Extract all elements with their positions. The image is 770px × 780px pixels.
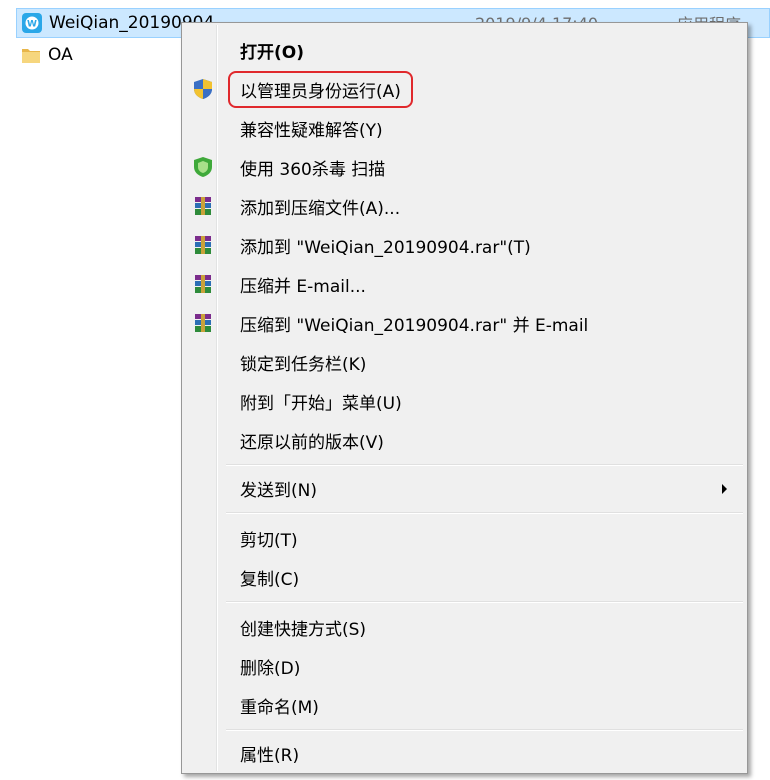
menu-item-pin-taskbar[interactable]: 锁定到任务栏(K) bbox=[184, 345, 745, 379]
menu-item-compress-email[interactable]: 压缩并 E-mail... bbox=[184, 267, 745, 301]
menu-item-send-to[interactable]: 发送到(N) bbox=[184, 471, 745, 505]
menu-separator bbox=[226, 512, 743, 514]
menu-item-label: 重命名(M) bbox=[240, 697, 319, 718]
menu-item-delete[interactable]: 删除(D) bbox=[184, 649, 745, 683]
menu-item-compat-troubleshoot[interactable]: 兼容性疑难解答(Y) bbox=[184, 111, 745, 145]
menu-item-label: 压缩并 E-mail... bbox=[240, 276, 366, 297]
menu-item-label: 复制(C) bbox=[240, 569, 300, 590]
winrar-icon bbox=[195, 236, 211, 254]
menu-item-label: 还原以前的版本(V) bbox=[240, 432, 384, 453]
menu-item-label: 添加到压缩文件(A)... bbox=[240, 198, 401, 219]
menu-item-label: 以管理员身份运行(A) bbox=[228, 70, 413, 108]
menu-item-label: 创建快捷方式(S) bbox=[240, 619, 367, 640]
menu-item-pin-start[interactable]: 附到「开始」菜单(U) bbox=[184, 384, 745, 418]
submenu-arrow-icon bbox=[722, 484, 727, 494]
weiqian-app-icon: W bbox=[22, 13, 42, 33]
menu-separator bbox=[226, 464, 743, 466]
menu-item-label: 属性(R) bbox=[240, 745, 300, 766]
menu-separator bbox=[226, 729, 743, 731]
context-menu: 打开(O) 以管理员身份运行(A) 兼容性疑难解答(Y) 使用 360杀毒 扫描… bbox=[181, 22, 748, 774]
menu-item-compress-rar-email[interactable]: 压缩到 "WeiQian_20190904.rar" 并 E-mail bbox=[184, 306, 745, 340]
menu-item-add-to-archive[interactable]: 添加到压缩文件(A)... bbox=[184, 189, 745, 223]
file-name: OA bbox=[48, 45, 73, 65]
menu-item-label: 压缩到 "WeiQian_20190904.rar" 并 E-mail bbox=[240, 315, 589, 336]
menu-item-label: 附到「开始」菜单(U) bbox=[240, 393, 402, 414]
winrar-icon bbox=[195, 275, 211, 293]
menu-item-label: 发送到(N) bbox=[240, 480, 317, 501]
menu-item-360-scan[interactable]: 使用 360杀毒 扫描 bbox=[184, 150, 745, 184]
winrar-icon bbox=[195, 197, 211, 215]
menu-item-create-shortcut[interactable]: 创建快捷方式(S) bbox=[184, 610, 745, 644]
menu-item-add-to-rar[interactable]: 添加到 "WeiQian_20190904.rar"(T) bbox=[184, 228, 745, 262]
menu-item-label: 添加到 "WeiQian_20190904.rar"(T) bbox=[240, 237, 531, 258]
menu-item-label: 剪切(T) bbox=[240, 530, 298, 551]
menu-item-label: 打开(O) bbox=[240, 42, 304, 63]
menu-item-label: 锁定到任务栏(K) bbox=[240, 354, 367, 375]
winrar-icon bbox=[195, 314, 211, 332]
folder-icon bbox=[22, 49, 40, 63]
menu-item-properties[interactable]: 属性(R) bbox=[184, 736, 745, 770]
menu-separator bbox=[226, 601, 743, 603]
uac-shield-icon bbox=[194, 79, 212, 99]
menu-item-cut[interactable]: 剪切(T) bbox=[184, 521, 745, 555]
menu-item-label: 使用 360杀毒 扫描 bbox=[240, 159, 386, 180]
menu-item-run-as-admin[interactable]: 以管理员身份运行(A) bbox=[184, 70, 745, 108]
menu-item-rename[interactable]: 重命名(M) bbox=[184, 688, 745, 722]
360-shield-icon bbox=[194, 157, 212, 177]
menu-item-restore-versions[interactable]: 还原以前的版本(V) bbox=[184, 423, 745, 457]
menu-item-open[interactable]: 打开(O) bbox=[184, 33, 745, 67]
svg-text:W: W bbox=[27, 20, 37, 30]
menu-item-label: 删除(D) bbox=[240, 658, 301, 679]
menu-item-label: 兼容性疑难解答(Y) bbox=[240, 120, 383, 141]
menu-item-copy[interactable]: 复制(C) bbox=[184, 560, 745, 594]
